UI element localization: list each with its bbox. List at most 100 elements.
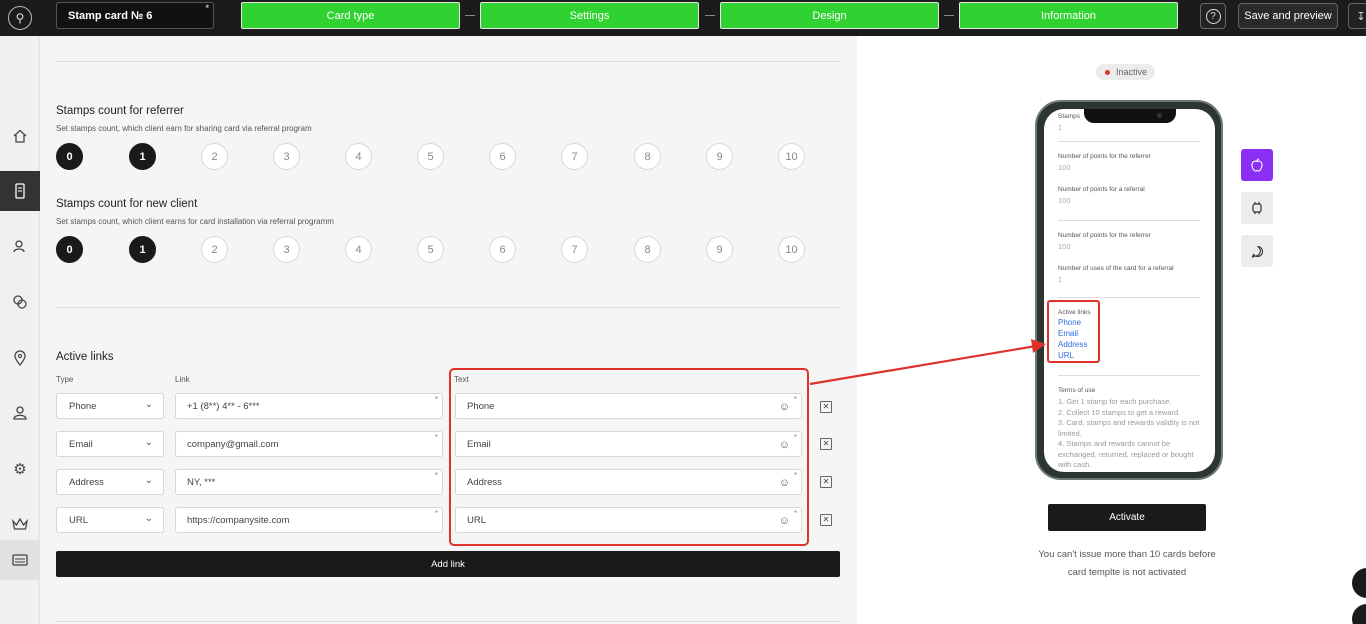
- new-client-stamp-option[interactable]: 3: [273, 236, 300, 263]
- referrer-stamps-title: Stamps count for referrer: [56, 105, 184, 117]
- section-divider: [56, 61, 840, 62]
- referrer-stamp-option[interactable]: 7: [561, 143, 588, 170]
- help-button[interactable]: ?: [1200, 3, 1226, 29]
- new-client-stamp-option[interactable]: 5: [417, 236, 444, 263]
- link-url-input[interactable]: NY, *** *: [175, 469, 443, 495]
- phone-notch: [1084, 109, 1176, 123]
- referrer-stamp-option[interactable]: 4: [345, 143, 372, 170]
- step-separator: [705, 15, 715, 16]
- home-icon[interactable]: [0, 116, 40, 156]
- referrer-stamps-subtitle: Set stamps count, which client earn for …: [56, 124, 312, 133]
- section-divider: [56, 621, 840, 622]
- add-link-button[interactable]: Add link: [56, 551, 840, 577]
- save-and-preview-button[interactable]: Save and preview: [1238, 3, 1338, 29]
- referrer-stamp-option[interactable]: 6: [489, 143, 516, 170]
- new-client-stamp-option[interactable]: 0: [56, 236, 83, 263]
- card-icon[interactable]: [0, 171, 40, 211]
- phone-field-value: 1: [1058, 275, 1063, 284]
- new-client-stamp-option[interactable]: 2: [201, 236, 228, 263]
- new-client-stamps-title: Stamps count for new client: [56, 198, 198, 210]
- annotation-highlight-text-column: [449, 368, 809, 546]
- phone-field-label: Number of points for the referrer: [1058, 153, 1151, 160]
- phone-divider: [1058, 375, 1200, 376]
- link-type-select[interactable]: Email ⌄: [56, 431, 164, 457]
- new-client-stamp-option[interactable]: 1: [129, 236, 156, 263]
- terms-text: 1. Get 1 stamp for each purchase. 2. Col…: [1058, 397, 1200, 469]
- step-design[interactable]: Design: [720, 2, 939, 29]
- new-client-stamp-option[interactable]: 10: [778, 236, 805, 263]
- required-asterisk: *: [434, 395, 438, 404]
- chevron-down-icon: ⌄: [144, 437, 153, 448]
- referrer-stamp-option[interactable]: 5: [417, 143, 444, 170]
- remove-link-button[interactable]: ✕: [820, 476, 832, 488]
- new-client-stamp-option[interactable]: 9: [706, 236, 733, 263]
- referrer-stamp-option[interactable]: 8: [634, 143, 661, 170]
- remove-link-button[interactable]: ✕: [820, 514, 832, 526]
- floating-action-button[interactable]: [1352, 568, 1366, 598]
- new-client-stamp-option[interactable]: 8: [634, 236, 661, 263]
- link-url-value: NY, ***: [187, 477, 216, 488]
- activate-button[interactable]: Activate: [1048, 504, 1206, 531]
- referrer-stamp-option[interactable]: 9: [706, 143, 733, 170]
- template-icon[interactable]: [0, 540, 40, 580]
- card-name-text: Stamp card № 6: [68, 10, 153, 22]
- new-client-stamp-option[interactable]: 4: [345, 236, 372, 263]
- remove-link-button[interactable]: ✕: [820, 401, 832, 413]
- type-column-label: Type: [56, 375, 74, 384]
- section-divider: [56, 307, 840, 308]
- annotation-highlight-preview-links: [1047, 300, 1100, 363]
- link-type-select[interactable]: Phone ⌄: [56, 393, 164, 419]
- floating-action-button[interactable]: [1352, 604, 1366, 624]
- location-icon[interactable]: [0, 338, 40, 378]
- referrer-stamp-option[interactable]: 10: [778, 143, 805, 170]
- apple-icon[interactable]: [1241, 149, 1273, 181]
- step-settings[interactable]: Settings: [480, 2, 699, 29]
- required-asterisk: *: [205, 3, 209, 13]
- phone-field-value: 100: [1058, 163, 1071, 172]
- link-type-value: Address: [69, 477, 104, 488]
- phone-field-label: Stamps: [1058, 113, 1081, 120]
- link-type-value: Phone: [69, 401, 97, 412]
- phone-field-value: 100: [1058, 242, 1071, 251]
- activation-warning-line2: card templte is not activated: [1067, 567, 1187, 578]
- android-icon[interactable]: [1241, 192, 1273, 224]
- phone-screen[interactable]: Stamps 1 Number of points for the referr…: [1044, 109, 1215, 472]
- compass-icon[interactable]: ⚲: [8, 6, 32, 30]
- phone-divider: [1058, 297, 1200, 298]
- required-asterisk: *: [434, 471, 438, 480]
- phone-field-value: 1: [1058, 123, 1063, 132]
- gear-icon[interactable]: ⚙: [0, 449, 40, 489]
- remove-link-button[interactable]: ✕: [820, 438, 832, 450]
- step-information[interactable]: Information: [959, 2, 1178, 29]
- link-url-input[interactable]: +1 (8**) 4** - 6*** *: [175, 393, 443, 419]
- activation-warning-line1: You can't issue more than 10 cards befor…: [1038, 549, 1216, 560]
- active-links-title: Active links: [56, 351, 114, 363]
- step-separator: [465, 15, 475, 16]
- referrer-stamp-option[interactable]: 1: [129, 143, 156, 170]
- link-url-input[interactable]: https://companysite.com *: [175, 507, 443, 533]
- new-client-stamp-option[interactable]: 7: [561, 236, 588, 263]
- step-separator: [944, 15, 954, 16]
- link-type-select[interactable]: URL ⌄: [56, 507, 164, 533]
- card-name-field[interactable]: Stamp card № 6 *: [56, 2, 214, 29]
- help-icon: ?: [1205, 8, 1221, 24]
- referrer-stamp-option[interactable]: 0: [56, 143, 83, 170]
- settings-form: Stamps count for referrer Set stamps cou…: [41, 36, 857, 624]
- required-asterisk: *: [434, 433, 438, 442]
- link-url-input[interactable]: company@gmail.com *: [175, 431, 443, 457]
- crown-icon[interactable]: [0, 504, 40, 544]
- step-card-type[interactable]: Card type: [241, 2, 460, 29]
- download-icon[interactable]: ↧: [1348, 3, 1366, 29]
- chat-icon[interactable]: [0, 282, 40, 322]
- new-client-stamp-option[interactable]: 6: [489, 236, 516, 263]
- card-preview-panel: Inactive Stamps 1 Number of points for t…: [857, 36, 1366, 624]
- referrer-stamp-option[interactable]: 3: [273, 143, 300, 170]
- link-type-select[interactable]: Address ⌄: [56, 469, 164, 495]
- chat-bubble-icon[interactable]: [1241, 235, 1273, 267]
- chevron-down-icon: ⌄: [144, 399, 153, 410]
- referrer-stamp-option[interactable]: 2: [201, 143, 228, 170]
- user-icon[interactable]: [0, 393, 40, 433]
- link-url-value: company@gmail.com: [187, 439, 279, 450]
- phone-field-label: Number of points for a referral: [1058, 186, 1145, 193]
- clients-icon[interactable]: [0, 226, 40, 266]
